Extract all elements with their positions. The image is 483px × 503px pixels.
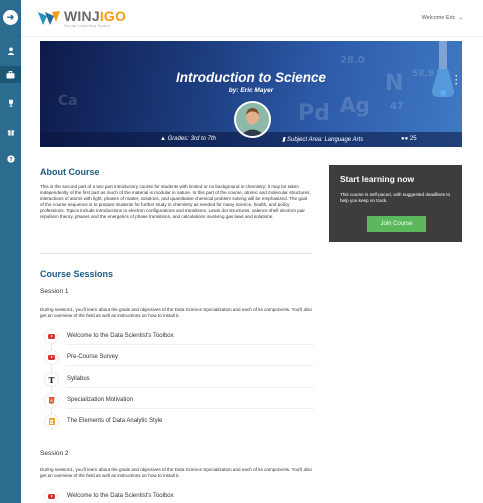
subject-info: ▮ Subject Area: Language Arts [282, 136, 363, 143]
module-title[interactable]: Welcome to the Data Scientist's Toolbox [67, 493, 174, 499]
list-item[interactable]: T Syllabus [44, 372, 314, 388]
user-icon[interactable] [4, 44, 17, 57]
svg-text:?: ? [9, 157, 12, 163]
youtube-icon [48, 334, 55, 339]
section-divider [40, 253, 312, 254]
course-hero-banner: 28.0 N 58.9 Pd Ag 47 Ca Introduction to … [40, 41, 462, 147]
list-item[interactable]: Welcome to the Data Scientist's Toolbox [44, 329, 314, 345]
briefcase-icon[interactable] [4, 68, 17, 81]
list-item[interactable]: Pre-Course Survey [44, 350, 314, 366]
session-label: Session 1 [40, 288, 69, 295]
hero-bg-decoration: Pd [298, 101, 330, 126]
question-icon[interactable]: ? [4, 152, 17, 165]
welcome-text: Welcome Eric [421, 15, 456, 21]
trophy-icon[interactable] [4, 96, 17, 109]
graduation-cap-icon: ▲ [160, 136, 166, 142]
module-title[interactable]: The Elements of Data Analytic Style [67, 418, 162, 424]
start-learning-title: Start learning now [340, 174, 415, 184]
chevron-down-icon: ⌄ [458, 15, 463, 21]
about-course-heading: About Course [40, 167, 100, 177]
youtube-icon [48, 355, 55, 360]
youtube-icon [48, 494, 55, 499]
module-title[interactable]: Syllabus [67, 376, 90, 382]
join-course-button[interactable]: Join Course [367, 216, 426, 232]
logo-tagline: Social Learning Space [64, 22, 111, 28]
hero-bg-decoration: 47 [390, 101, 404, 112]
gift-icon[interactable] [4, 125, 17, 138]
logo-mark-icon [37, 8, 61, 28]
start-learning-card: Start learning now This course is self-p… [329, 165, 462, 242]
arrow-right-icon[interactable]: ➜ [3, 10, 18, 25]
list-item[interactable]: 5 Specialization Motivation [44, 393, 314, 409]
list-item[interactable]: Welcome to the Data Scientist's Toolbox [44, 489, 314, 503]
top-header: WINJIGO Social Learning Space Welcome Er… [21, 0, 483, 37]
document-icon [48, 418, 55, 425]
about-course-text: This is the second part of a two part in… [40, 184, 311, 219]
winjigo-logo[interactable]: WINJIGO Social Learning Space [37, 8, 126, 28]
book-icon: ▮ [282, 137, 286, 143]
module-title[interactable]: Specialization Motivation [67, 397, 133, 403]
html5-icon: 5 [48, 397, 55, 404]
module-title[interactable]: Welcome to the Data Scientist's Toolbox [67, 333, 174, 339]
grades-text: Grades: 3rd to 7th [167, 136, 216, 142]
participants-count: 25 [409, 136, 417, 142]
hero-bg-decoration: 28.0 [340, 55, 365, 66]
session-description: During session1, you'll learn about the … [40, 467, 312, 478]
course-title: Introduction to Science [175, 70, 326, 85]
session-description: During session1, you'll learn about the … [40, 307, 312, 318]
text-icon: T [48, 374, 55, 385]
hero-bg-decoration: Ag [340, 93, 370, 117]
left-sidebar: ➜ ? [0, 0, 21, 503]
subject-text: Subject Area: Language Arts [286, 137, 364, 143]
more-options-icon[interactable]: · · · [455, 72, 458, 89]
hero-bg-decoration: Ca [58, 93, 78, 109]
course-sessions-heading: Course Sessions [40, 269, 114, 279]
module-title[interactable]: Pre-Course Survey [67, 354, 118, 360]
session-label: Session 2 [40, 450, 69, 457]
users-icon: ●● [401, 136, 409, 142]
course-author: by: Eric Mayer [228, 87, 274, 94]
logo-name: WINJIGO [64, 7, 127, 24]
author-avatar[interactable] [234, 101, 271, 138]
start-learning-text: This course is self-paced, with suggeste… [340, 192, 451, 203]
user-menu[interactable]: Welcome Eric ⌄ [422, 15, 463, 21]
grades-info: ▲ Grades: 3rd to 7th [160, 136, 216, 142]
participants-info: ●● 25 [401, 136, 417, 142]
list-item[interactable]: The Elements of Data Analytic Style [44, 414, 314, 429]
